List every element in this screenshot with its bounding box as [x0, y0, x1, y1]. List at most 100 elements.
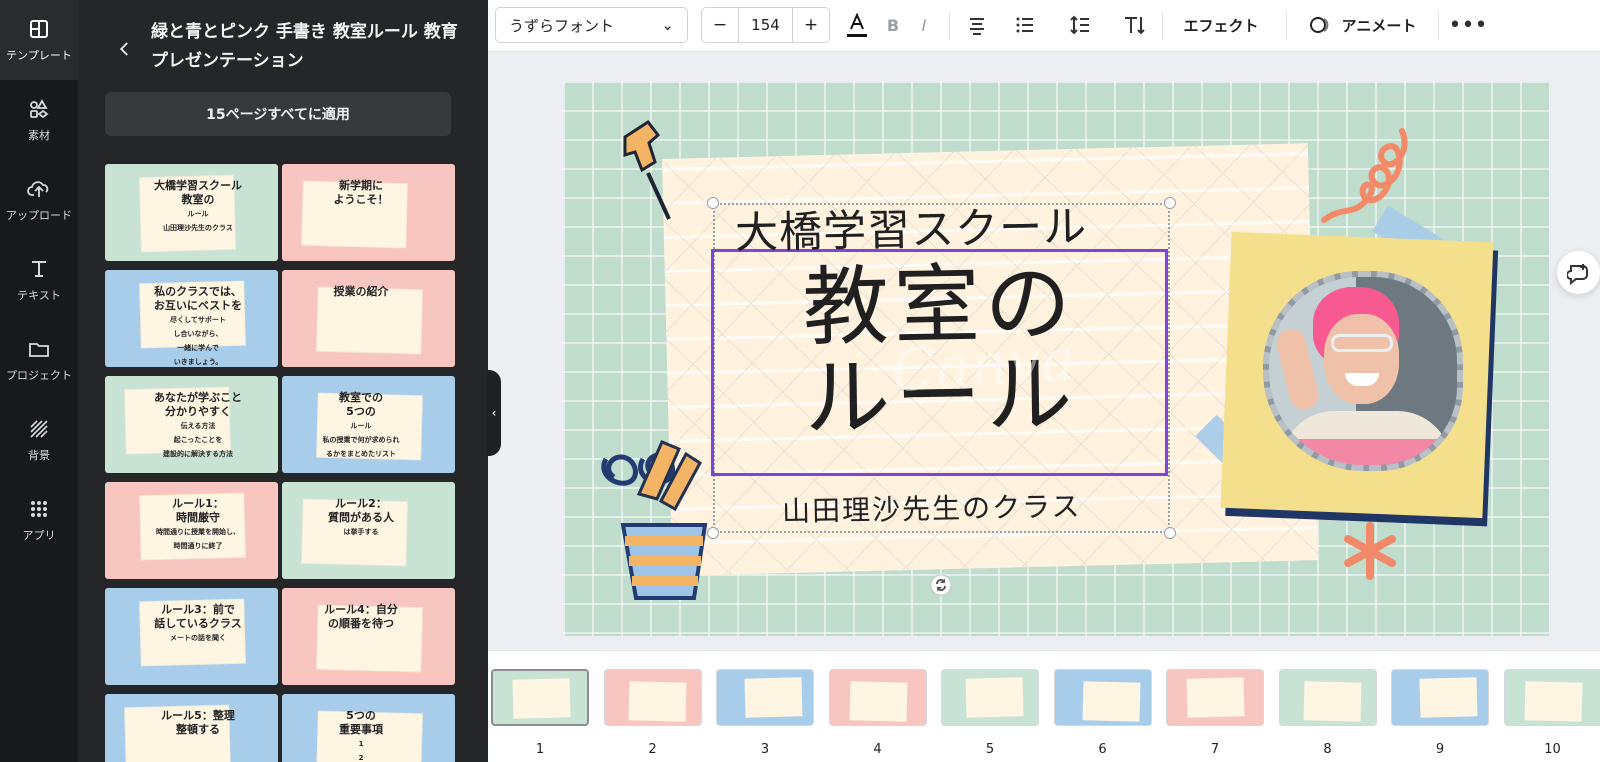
rotate-handle-icon[interactable]	[930, 574, 952, 596]
page-thumbnail-4[interactable]	[828, 669, 927, 726]
sidebar-item-upload[interactable]: アップロード	[0, 160, 78, 240]
sidebar-item-templates[interactable]: テンプレート	[0, 0, 78, 80]
toolbar-divider	[1162, 12, 1163, 40]
page-thumbnail-7[interactable]	[1166, 669, 1264, 726]
template-thumbnail-8[interactable]: ルール2： 質問がある人 は挙手する	[282, 482, 455, 579]
collapse-panel-button[interactable]: ‹	[487, 370, 501, 456]
toolbar-divider	[1286, 12, 1287, 40]
add-comment-icon	[1566, 263, 1588, 285]
school-name-text[interactable]: 大橋学習スクール	[734, 191, 1135, 261]
template-thumbnail-12[interactable]: 5つの重要事項1234	[282, 694, 455, 762]
toolbar-divider	[949, 12, 950, 40]
template-thumbnail-1[interactable]: 大橋学習スクール 教室の ルール 山田理沙先生のクラス	[105, 164, 278, 261]
page-number: 2	[648, 742, 657, 757]
sidebar-item-projects[interactable]: プロジェクト	[0, 320, 78, 400]
page-thumbnail-1[interactable]	[491, 669, 589, 726]
sidebar-item-background[interactable]: 背景	[0, 400, 78, 480]
teacher-photo[interactable]	[1263, 271, 1463, 471]
sidebar-item-text[interactable]: テキスト	[0, 240, 78, 320]
template-thumbnail-5[interactable]: あなたが学ぶこと 分かりやすく 伝える方法 起こったことを 建設的に解決する方法	[105, 376, 278, 473]
sidebar-item-label: 素材	[28, 129, 50, 142]
sidebar-item-apps[interactable]: アプリ	[0, 480, 78, 560]
page-number: 9	[1435, 742, 1445, 757]
text-direction-icon[interactable]	[1116, 8, 1154, 42]
thumbnail-text: 私の授業で何が求められ	[322, 436, 400, 444]
back-icon[interactable]	[116, 40, 134, 58]
pencil-cup-icon	[601, 440, 708, 600]
thumbnail-text: ルール2：	[335, 497, 387, 510]
font-size-stepper[interactable]: − 154 +	[701, 7, 830, 43]
page-number: 3	[760, 742, 770, 757]
font-family-dropdown[interactable]: うずらフォント ⌄	[495, 7, 688, 43]
page-thumbnail-paper	[512, 678, 571, 719]
sidebar-item-label: プロジェクト	[6, 369, 72, 382]
teacher-name-text[interactable]: 山田理沙先生のクラス	[782, 484, 1133, 530]
list-icon[interactable]	[1006, 8, 1044, 42]
thumbnail-text: ルール5：整理	[161, 709, 235, 722]
thumbnail-text: 時間厳守	[176, 511, 220, 524]
thumbnail-text: 大橋学習スクール	[154, 179, 242, 192]
page-number: 1	[535, 742, 545, 757]
thumbnail-text: お互いにベストを	[153, 299, 243, 312]
template-title: 緑と青とピンク 手書き 教室ルール 教育 プレゼンテーション	[151, 22, 458, 71]
thumbnail-text: 質問がある人	[328, 511, 394, 524]
increase-font-size-button[interactable]: +	[793, 8, 829, 42]
page-thumbnail-8[interactable]	[1278, 669, 1377, 726]
thumbnail-text: し合いながら、	[173, 330, 223, 338]
page-number: 8	[1323, 742, 1332, 757]
template-thumbnail-9[interactable]: ルール3：前で 話しているクラス メートの話を聞く	[105, 588, 278, 685]
template-thumbnail-6[interactable]: 教室での 5つの ルール 私の授業で何が求められ るかをまとめたリスト	[282, 376, 455, 473]
animate-label: アニメート	[1341, 16, 1417, 35]
text-color-icon[interactable]	[840, 8, 874, 42]
page-number: 6	[1098, 742, 1107, 757]
page-thumbnail-9[interactable]	[1391, 669, 1489, 726]
template-thumbnail-7[interactable]: ルール1： 時間厳守 時間通りに授業を開始し、 時間通りに終了	[105, 482, 278, 579]
selection-handle[interactable]	[1164, 527, 1176, 539]
asterisk-doodle-icon	[1344, 522, 1396, 580]
page-thumbnail-paper	[744, 677, 803, 718]
page-thumbnail-paper	[848, 681, 908, 722]
line-spacing-icon[interactable]	[1061, 8, 1099, 42]
template-thumbnail-10[interactable]: ルール4：自分 の順番を待つ	[282, 588, 455, 685]
upload-icon	[27, 181, 49, 197]
template-thumbnail-2[interactable]: 新学期に ようこそ！	[282, 164, 455, 261]
page-thumbnail-5[interactable]	[941, 669, 1039, 726]
italic-icon[interactable]: I	[908, 8, 940, 42]
left-navigation-rail: テンプレート 素材 アップロード テキスト プロジェクト 背景 アプリ	[0, 0, 78, 762]
thumbnail-text: 時間通りに授業を開始し、	[156, 528, 240, 536]
more-options-icon[interactable]: •••	[1449, 8, 1488, 42]
effects-button[interactable]: エフェクト	[1174, 8, 1268, 42]
bold-icon[interactable]: B	[877, 8, 909, 42]
striped-sweater	[1280, 411, 1452, 465]
thumbnail-text: 起こったことを	[173, 436, 223, 444]
page-thumbnail-6[interactable]	[1053, 669, 1152, 726]
font-size-value[interactable]: 154	[738, 8, 793, 42]
decrease-font-size-button[interactable]: −	[702, 8, 738, 42]
page-thumbnail-paper	[965, 677, 1024, 718]
page-thumbnail-paper	[1081, 681, 1141, 722]
selection-handle[interactable]	[707, 197, 719, 209]
page-thumbnail-2[interactable]	[603, 669, 702, 726]
page-thumbnail-3[interactable]	[716, 669, 814, 726]
toolbar-divider	[1438, 12, 1439, 40]
selection-handle[interactable]	[1164, 197, 1176, 209]
thumbnail-text: ルール	[350, 422, 372, 430]
template-thumbnail-11[interactable]: ルール5：整理 整頓する	[105, 694, 278, 762]
sidebar-item-elements[interactable]: 素材	[0, 80, 78, 160]
thumbnail-text: 一緒に学んで	[177, 344, 219, 352]
apply-all-pages-button[interactable]: 15ページすべてに適用	[105, 92, 451, 136]
animate-icon	[1309, 17, 1328, 33]
text-icon	[32, 261, 46, 277]
template-thumbnail-4[interactable]: 授業の紹介	[282, 270, 455, 367]
align-center-icon[interactable]	[958, 8, 996, 42]
page-thumbnail-10[interactable]	[1503, 669, 1600, 726]
thumbnail-text: 2	[358, 754, 364, 762]
page-number: 4	[873, 742, 882, 757]
page-thumbnail-paper	[627, 681, 687, 722]
page-thumbnail-paper	[1186, 677, 1245, 718]
add-comment-button[interactable]	[1557, 251, 1600, 294]
template-thumbnail-3[interactable]: 私のクラスでは、 お互いにベストを 尽くしてサポート し合いながら、 一緒に学んで いきま…	[105, 270, 278, 367]
thumbnail-text: 山田理沙先生のクラス	[163, 224, 233, 232]
thumbnail-text: 時間通りに終了	[173, 542, 223, 550]
animate-button[interactable]: アニメート	[1300, 8, 1424, 42]
